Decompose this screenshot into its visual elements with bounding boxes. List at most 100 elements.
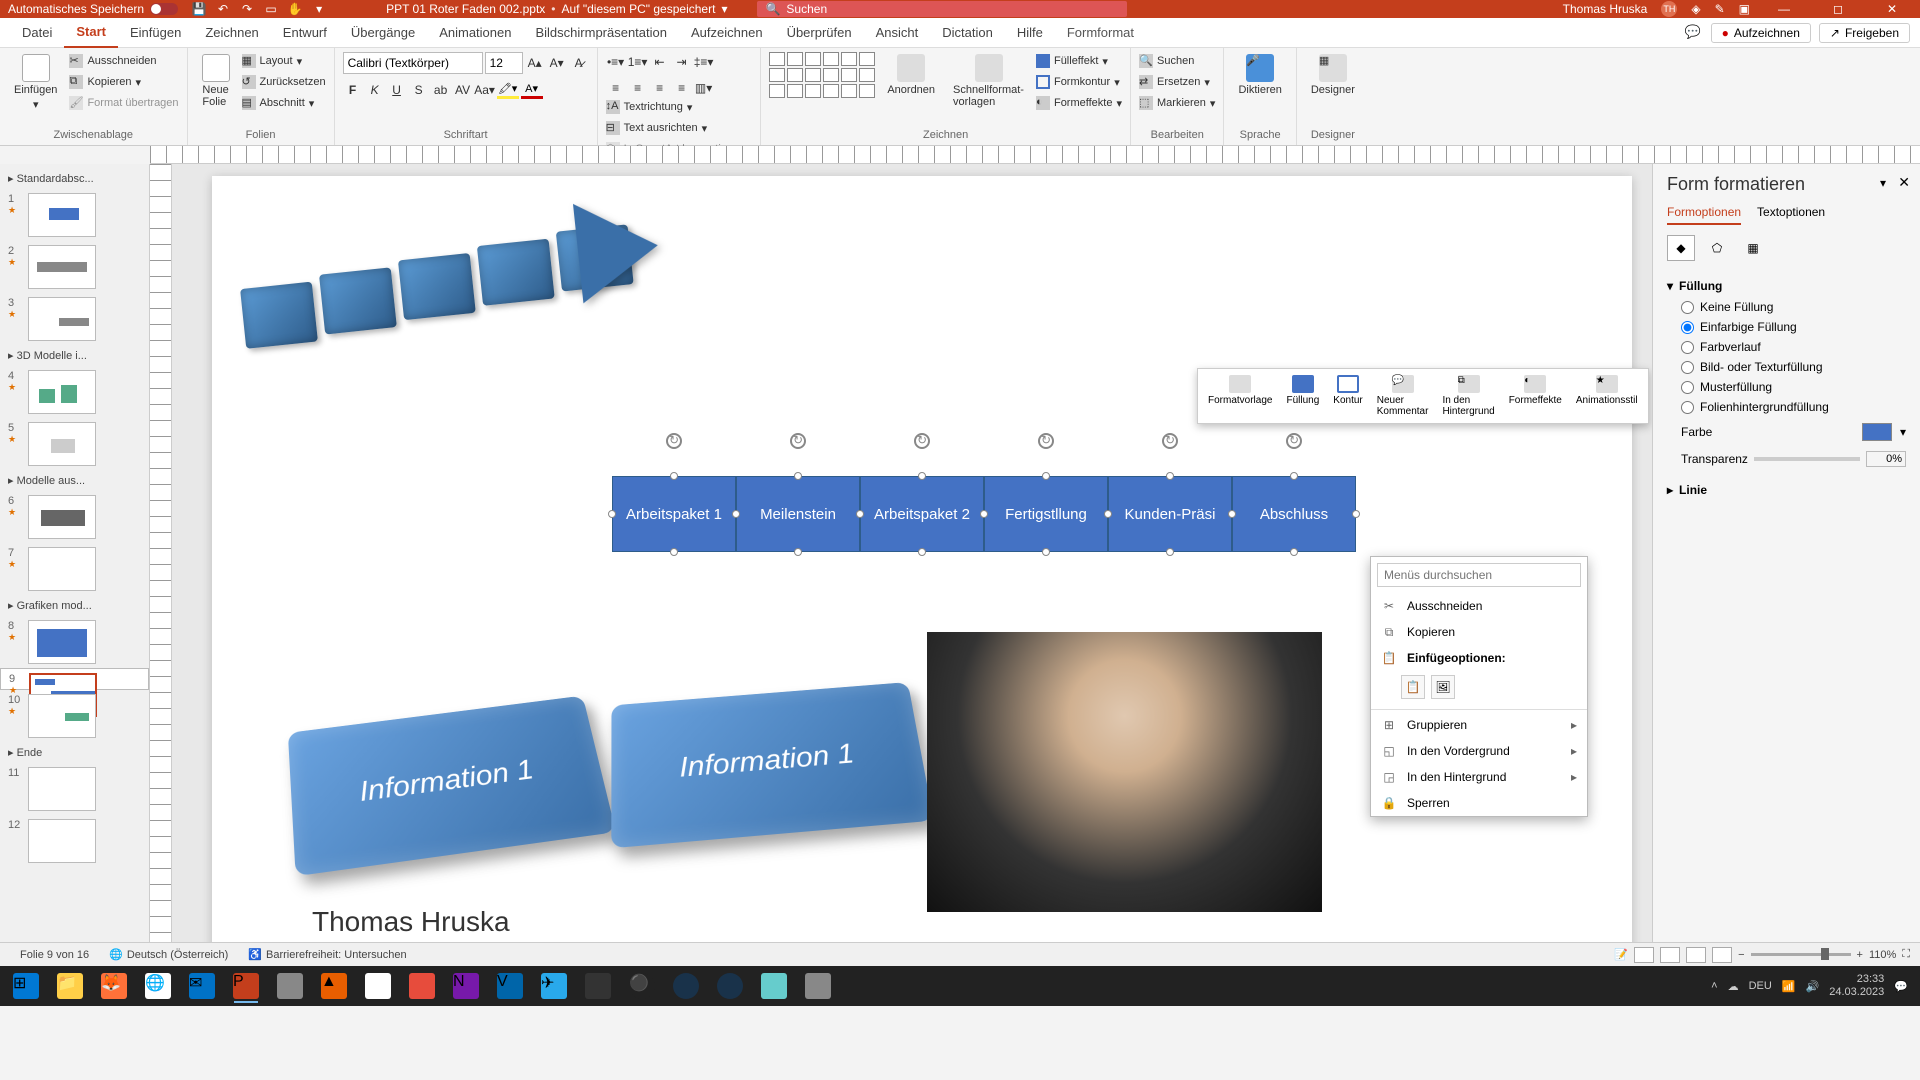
zoom-out-button[interactable]: − xyxy=(1738,949,1744,961)
info-box-1[interactable]: Information 1 xyxy=(288,696,616,877)
columns-button[interactable]: ▥▾ xyxy=(694,78,714,98)
text-direction-button[interactable]: ↕ATextrichtung▾ xyxy=(606,98,753,116)
ctx-lock[interactable]: 🔒Sperren xyxy=(1371,790,1587,816)
line-spacing-button[interactable]: ‡≡▾ xyxy=(694,52,714,72)
taskbar-onenote[interactable]: N xyxy=(446,969,486,1003)
section-header[interactable]: ▸ Modelle aus... xyxy=(0,470,149,491)
dictate-button[interactable]: 🎤Diktieren xyxy=(1232,52,1287,98)
taskbar-obs[interactable]: ⚫ xyxy=(622,969,662,1003)
taskbar-app[interactable] xyxy=(578,969,618,1003)
pane-close-icon[interactable]: ✕ xyxy=(1898,174,1910,191)
pane-tab-effects-icon[interactable]: ⬠ xyxy=(1703,235,1731,261)
increase-font-icon[interactable]: A▴ xyxy=(525,53,545,73)
tab-ueberpruefen[interactable]: Überprüfen xyxy=(775,18,864,48)
timeline-group[interactable]: Arbeitspaket 1 Meilenstein Arbeitspaket … xyxy=(612,476,1356,552)
window-layout-icon[interactable]: ▣ xyxy=(1739,2,1750,16)
section-header[interactable]: ▸ Grafiken mod... xyxy=(0,595,149,616)
record-button[interactable]: ●Aufzeichnen xyxy=(1711,23,1811,43)
tray-clock[interactable]: 23:3324.03.2023 xyxy=(1829,973,1884,999)
maximize-button[interactable]: ◻ xyxy=(1818,0,1858,18)
reset-button[interactable]: ↺Zurücksetzen xyxy=(242,73,326,91)
tab-datei[interactable]: Datei xyxy=(10,18,64,48)
fill-solid[interactable]: Einfarbige Füllung xyxy=(1667,317,1906,337)
taskbar-app[interactable] xyxy=(666,969,706,1003)
thumb-8[interactable]: 8★ xyxy=(0,616,149,668)
slideshow-start-icon[interactable]: ▭ xyxy=(264,2,278,16)
undo-icon[interactable]: ↶ xyxy=(216,2,230,16)
strike-button[interactable]: S xyxy=(409,80,429,100)
align-justify-button[interactable]: ≡ xyxy=(672,78,692,98)
ctx-send-back[interactable]: ◲In den Hintergrund▸ xyxy=(1371,764,1587,790)
tab-hilfe[interactable]: Hilfe xyxy=(1005,18,1055,48)
touch-mode-icon[interactable]: ✋ xyxy=(288,2,302,16)
fill-color-swatch[interactable] xyxy=(1862,423,1892,441)
pane-section-line[interactable]: ▸Linie xyxy=(1667,479,1906,501)
taskbar-app[interactable] xyxy=(402,969,442,1003)
section-header[interactable]: ▸ Ende xyxy=(0,742,149,763)
cut-button[interactable]: ✂Ausschneiden xyxy=(69,52,178,70)
case-button[interactable]: Aa▾ xyxy=(475,80,495,100)
thumb-7[interactable]: 7★ xyxy=(0,543,149,595)
tab-animationen[interactable]: Animationen xyxy=(427,18,523,48)
tray-wifi-icon[interactable]: 📶 xyxy=(1782,980,1796,993)
coming-soon-icon[interactable]: ◈ xyxy=(1691,2,1700,16)
tray-volume-icon[interactable]: 🔊 xyxy=(1806,980,1820,993)
fill-picture[interactable]: Bild- oder Texturfüllung xyxy=(1667,357,1906,377)
timeline-box-6[interactable]: Abschluss xyxy=(1232,476,1356,552)
align-left-button[interactable]: ≡ xyxy=(606,78,626,98)
ctx-bring-front[interactable]: ◱In den Vordergrund▸ xyxy=(1371,738,1587,764)
status-lang[interactable]: 🌐 Deutsch (Österreich) xyxy=(99,948,238,961)
thumb-3[interactable]: 3★ xyxy=(0,293,149,345)
tray-chevron-icon[interactable]: ˄ xyxy=(1711,980,1717,992)
taskbar-outlook[interactable]: ✉ xyxy=(182,969,222,1003)
status-slide[interactable]: Folie 9 von 16 xyxy=(10,949,99,961)
format-painter-button[interactable]: 🖌Format übertragen xyxy=(69,94,178,112)
replace-button[interactable]: ⇄Ersetzen▾ xyxy=(1139,73,1215,91)
new-slide-button[interactable]: Neue Folie xyxy=(196,52,236,110)
section-button[interactable]: ▤Abschnitt▾ xyxy=(242,94,326,112)
pane-section-fill[interactable]: ▾Füllung xyxy=(1667,275,1906,297)
taskbar-firefox[interactable]: 🦊 xyxy=(94,969,134,1003)
tray-notifications-icon[interactable]: 💬 xyxy=(1894,980,1908,993)
timeline-box-2[interactable]: Meilenstein xyxy=(736,476,860,552)
highlight-button[interactable]: 🖍▾ xyxy=(497,81,519,99)
taskbar-powerpoint[interactable]: P xyxy=(226,969,266,1003)
view-sorter-icon[interactable] xyxy=(1660,947,1680,963)
slide-thumbnails[interactable]: ▸ Standardabsc... 1★ 2★ 3★ ▸ 3D Modelle … xyxy=(0,164,150,942)
taskbar-explorer[interactable]: 📁 xyxy=(50,969,90,1003)
paste-button[interactable]: Einfügen▾ xyxy=(8,52,63,113)
thumb-12[interactable]: 12 xyxy=(0,815,149,867)
font-color-button[interactable]: A▾ xyxy=(521,81,543,99)
bold-button[interactable]: F xyxy=(343,80,363,100)
tray-onedrive-icon[interactable]: ☁ xyxy=(1728,980,1739,993)
close-button[interactable]: ✕ xyxy=(1872,0,1912,18)
tab-aufzeichnen[interactable]: Aufzeichnen xyxy=(679,18,775,48)
mtb-kommentar[interactable]: 💬Neuer Kommentar xyxy=(1371,373,1435,419)
ctx-paste-theme[interactable]: 📋 xyxy=(1401,675,1425,699)
underline-button[interactable]: U xyxy=(387,80,407,100)
taskbar-app[interactable] xyxy=(798,969,838,1003)
mtb-formatvorlage[interactable]: Formatvorlage xyxy=(1202,373,1278,419)
mtb-formeffekte[interactable]: ◐Formeffekte xyxy=(1503,373,1568,419)
fill-effect-button[interactable]: Fülleffekt▾ xyxy=(1036,52,1122,70)
clear-format-icon[interactable]: A̷ xyxy=(569,53,589,73)
tab-entwurf[interactable]: Entwurf xyxy=(271,18,339,48)
shape-outline-button[interactable]: Formkontur▾ xyxy=(1036,73,1122,91)
pen-icon[interactable]: ✎ xyxy=(1715,2,1725,16)
ctx-search-input[interactable] xyxy=(1377,563,1581,587)
section-header[interactable]: ▸ 3D Modelle i... xyxy=(0,345,149,366)
mtb-animationsstil[interactable]: ★Animationsstil xyxy=(1570,373,1644,419)
tab-bildschirm[interactable]: Bildschirmpräsentation xyxy=(523,18,679,48)
ruler-horizontal[interactable] xyxy=(150,146,1920,164)
timeline-box-3[interactable]: Arbeitspaket 2 xyxy=(860,476,984,552)
ctx-cut[interactable]: ✂Ausschneiden xyxy=(1371,593,1587,619)
user-name[interactable]: Thomas Hruska xyxy=(1563,2,1648,16)
quick-styles-button[interactable]: Schnellformat- vorlagen xyxy=(947,52,1030,110)
font-name[interactable]: Calibri (Textkörper) xyxy=(343,52,483,74)
redo-icon[interactable]: ↷ xyxy=(240,2,254,16)
share-button[interactable]: ↗Freigeben xyxy=(1819,23,1910,43)
timeline-box-5[interactable]: Kunden-Präsi xyxy=(1108,476,1232,552)
find-button[interactable]: 🔍Suchen xyxy=(1139,52,1215,70)
indent-decrease-button[interactable]: ⇤ xyxy=(650,52,670,72)
bullets-button[interactable]: •≡▾ xyxy=(606,52,626,72)
